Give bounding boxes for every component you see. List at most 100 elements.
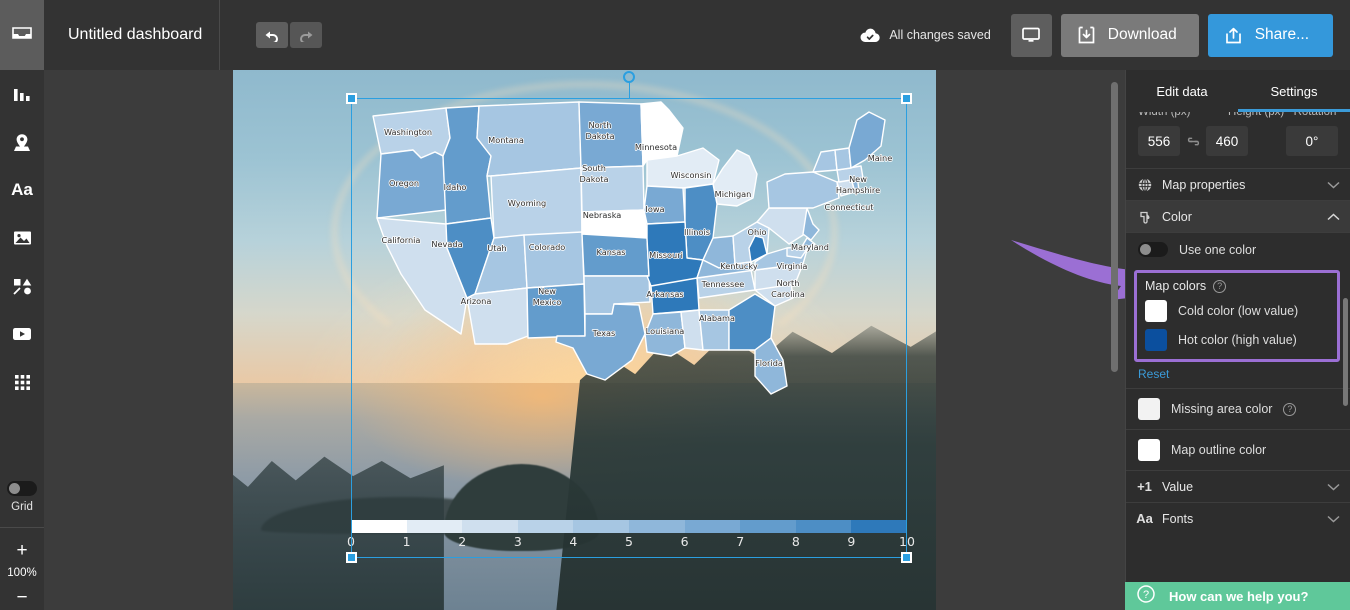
cold-color-row[interactable]: Cold color (low value) [1145,300,1329,322]
map-label: Iowa [645,204,664,214]
state-vermont [813,150,837,172]
section-color[interactable]: Color [1126,200,1350,232]
image-icon [13,230,32,246]
plus-one-icon: +1 [1136,479,1153,494]
section-fonts[interactable]: Aa Fonts [1126,502,1350,534]
sidebar-item-apps[interactable] [0,358,44,406]
hot-color-swatch[interactable] [1145,329,1167,351]
text-icon: Aa [11,180,33,200]
chevron-up-icon [1327,210,1340,224]
redo-icon [298,29,314,42]
sidebar-item-maps[interactable] [0,118,44,166]
fonts-icon: Aa [1136,511,1153,526]
sidebar-item-text[interactable]: Aa [0,166,44,214]
shapes-icon [13,278,32,295]
map-legend: 0 1 2 3 4 5 6 7 8 9 10 [351,520,907,556]
zoom-out-button[interactable]: − [16,585,27,610]
cold-color-swatch[interactable] [1145,300,1167,322]
width-label: Width (px) [1138,112,1202,123]
download-label: Download [1108,26,1177,44]
monitor-icon [1022,27,1040,43]
canvas-area[interactable]: Washington Oregon Idaho Montana Wyoming … [44,70,1125,610]
rotation-input[interactable]: 0° [1286,126,1338,156]
section-value[interactable]: +1 Value [1126,470,1350,502]
help-bar[interactable]: ? How can we help you? [1125,582,1350,610]
sidebar-item-images[interactable] [0,214,44,262]
map-colors-title: Map colors [1145,279,1206,293]
download-button[interactable]: Download [1061,14,1199,57]
section-label: Fonts [1162,512,1193,526]
hot-color-label: Hot color (high value) [1178,333,1297,347]
dashboard-board[interactable]: Washington Oregon Idaho Montana Wyoming … [233,70,936,610]
share-button[interactable]: Share... [1208,14,1333,57]
use-one-color-toggle[interactable] [1138,242,1168,257]
missing-area-color-swatch[interactable] [1138,398,1160,420]
paint-bucket-icon [1136,210,1153,224]
legend-step [573,520,629,533]
hot-color-row[interactable]: Hot color (high value) [1145,329,1329,351]
sidebar-item-charts[interactable] [0,70,44,118]
reset-colors-link[interactable]: Reset [1126,362,1350,388]
map-label: North [589,120,612,130]
undo-button[interactable] [256,22,288,48]
map-outline-color-label: Map outline color [1171,443,1266,457]
zoom-in-button[interactable]: + [16,538,27,563]
legend-tick: 9 [847,534,855,549]
map-svg: Washington Oregon Idaho Montana Wyoming … [351,98,907,558]
use-one-color-row[interactable]: Use one color [1126,232,1350,266]
legend-step [851,520,907,533]
map-outline-color-swatch[interactable] [1138,439,1160,461]
legend-tick: 8 [792,534,800,549]
sidebar-item-video[interactable] [0,310,44,358]
map-label: Wyoming [508,198,546,208]
map-label: Michigan [715,189,752,199]
legend-step [351,520,407,533]
legend-step [740,520,796,533]
save-status: All changes saved [860,28,990,43]
legend-step [685,520,741,533]
map-label: Nebraska [583,210,622,220]
document-title[interactable]: Untitled dashboard [44,0,220,70]
legend-tick: 5 [625,534,633,549]
height-label: Height (px) [1228,112,1292,123]
legend-step [518,520,574,533]
missing-area-color-row[interactable]: Missing area color ? [1126,388,1350,429]
apps-icon [14,374,31,391]
tab-settings[interactable]: Settings [1238,70,1350,112]
legend-step [796,520,852,533]
width-input[interactable]: 556 [1138,126,1180,156]
map-label: New [849,174,867,184]
question-icon[interactable]: ? [1213,280,1226,293]
charts-icon [13,86,32,103]
us-choropleth-map[interactable]: Washington Oregon Idaho Montana Wyoming … [351,98,907,558]
question-icon[interactable]: ? [1283,403,1296,416]
canvas-scrollbar[interactable] [1111,82,1118,372]
app-root: Untitled dashboard A [0,0,1350,610]
map-label: Arkansas [646,289,683,299]
aspect-link-icon[interactable] [1180,137,1206,146]
left-rail: Aa [0,70,44,610]
height-input[interactable]: 460 [1206,126,1248,156]
sidebar-item-shapes[interactable] [0,262,44,310]
map-label: Connecticut [824,202,874,212]
redo-button[interactable] [290,22,322,48]
section-map-properties[interactable]: Map properties [1126,168,1350,200]
state-colorado [524,232,584,288]
grid-toggle[interactable] [7,481,37,496]
save-status-label: All changes saved [889,28,990,42]
share-icon [1225,27,1242,44]
top-actions: All changes saved Download [860,14,1350,57]
chevron-down-icon [1327,512,1340,526]
panel-scrollbar[interactable] [1343,298,1348,406]
app-logo[interactable] [0,0,44,70]
use-one-color-label: Use one color [1179,243,1256,257]
legend-tick: 0 [347,534,355,549]
map-outline-color-row[interactable]: Map outline color [1126,429,1350,470]
svg-text:?: ? [1143,589,1149,601]
map-label: Maine [868,153,893,163]
legend-tick: 1 [403,534,411,549]
legend-step [407,520,463,533]
zoom-level-label: 100% [7,563,36,585]
tab-edit-data[interactable]: Edit data [1126,70,1238,112]
present-button[interactable] [1011,14,1052,57]
